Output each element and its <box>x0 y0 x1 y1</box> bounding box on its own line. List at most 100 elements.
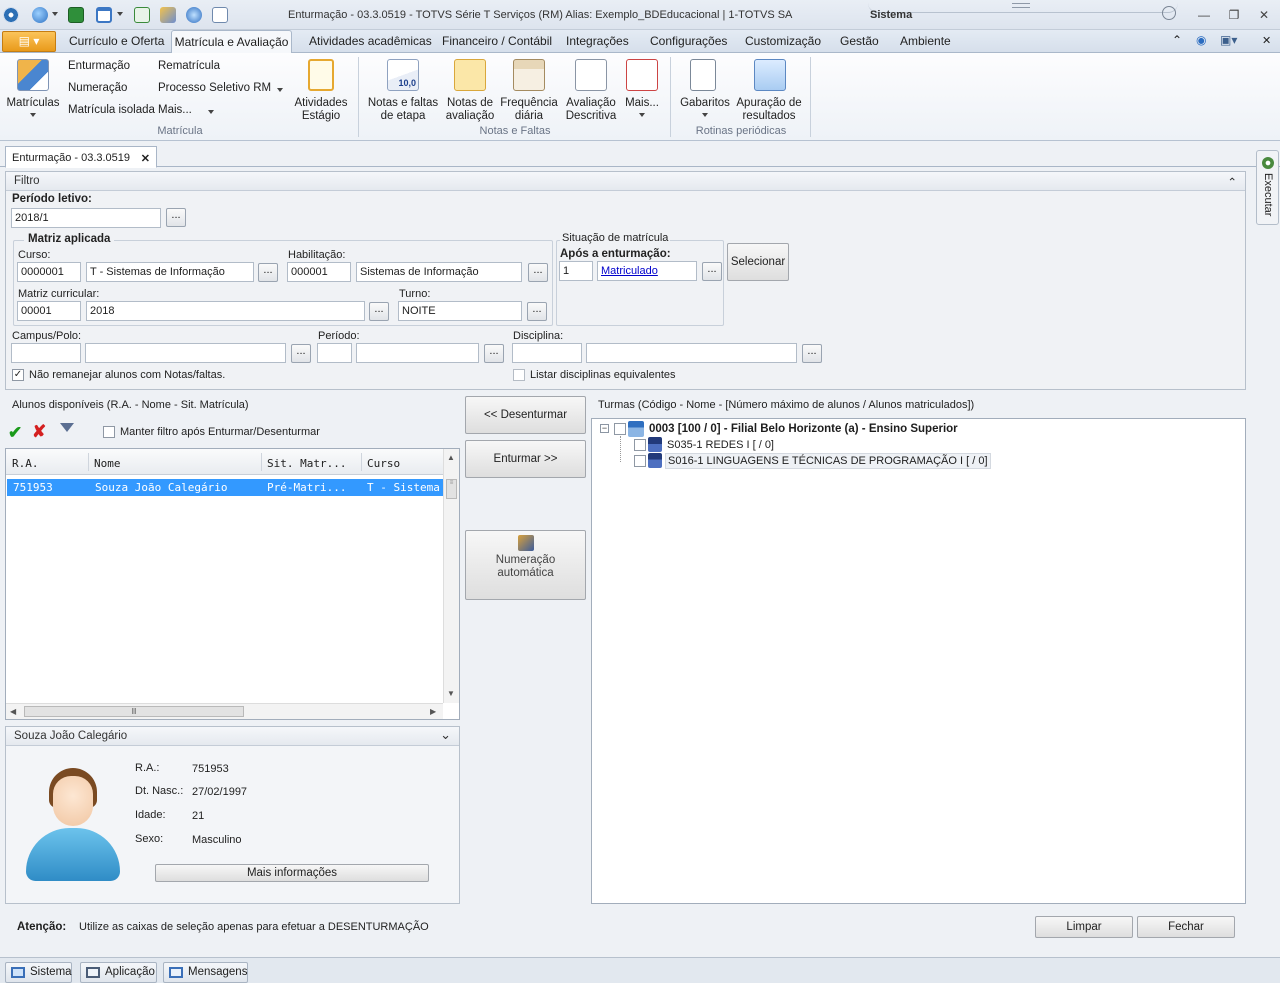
turma-child-label[interactable]: S035-1 REDES I [ / 0] <box>667 439 774 451</box>
grid-column-ra[interactable]: R.A. <box>12 457 39 470</box>
help-icon[interactable] <box>1162 6 1176 20</box>
habilitacao-name-input[interactable]: Sistemas de Informação <box>356 262 522 282</box>
turno-input[interactable]: NOITE <box>398 301 522 321</box>
minimize-button[interactable]: — <box>1196 7 1212 23</box>
disciplina-code-input[interactable] <box>512 343 582 363</box>
app-logo-icon[interactable] <box>3 7 19 23</box>
calculator-icon[interactable] <box>68 7 84 23</box>
curso-lookup-button[interactable]: ... <box>258 263 278 282</box>
tab-ambiente[interactable]: Ambiente <box>900 34 951 48</box>
gabaritos-button[interactable]: Gabaritos <box>676 57 734 123</box>
scroll-thumb-horizontal[interactable]: Ⅲ <box>24 706 244 717</box>
tab-curriculo-oferta[interactable]: Currículo e Oferta <box>69 34 164 48</box>
remove-x-icon[interactable]: ✘ <box>32 422 46 442</box>
tab-configuracoes[interactable]: Configurações <box>650 34 727 48</box>
help-globe-icon[interactable]: ◉ <box>1196 33 1206 47</box>
periodo-letivo-lookup-button[interactable]: ... <box>166 208 186 227</box>
globe-icon[interactable] <box>32 7 48 23</box>
campus-lookup-button[interactable]: ... <box>291 344 311 363</box>
grid-column-nome[interactable]: Nome <box>94 457 121 470</box>
numeracao-automatica-button[interactable]: Numeração automática <box>465 530 586 600</box>
collapse-up-icon[interactable]: ⌃ <box>1227 175 1237 189</box>
turma-root-label[interactable]: 0003 [100 / 0] - Filial Belo Horizonte (… <box>649 423 958 435</box>
frequencia-diaria-button[interactable]: Frequência diária <box>500 57 558 123</box>
atividades-estagio-button[interactable]: Atividades Estágio <box>292 57 350 123</box>
dropdown-arrow-icon[interactable] <box>277 88 283 95</box>
turma-child-checkbox[interactable] <box>634 439 646 451</box>
mais-informacoes-button[interactable]: Mais informações <box>155 864 429 882</box>
collapse-ribbon-icon[interactable]: ⌃ <box>1172 33 1182 47</box>
grid-column-sit-matr[interactable]: Sit. Matr... <box>267 457 346 470</box>
turma-child-checkbox[interactable] <box>634 455 646 467</box>
disciplina-name-input[interactable] <box>586 343 797 363</box>
disciplina-lookup-button[interactable]: ... <box>802 344 822 363</box>
play-window-icon[interactable] <box>134 7 150 23</box>
apos-enturmacao-status-link[interactable]: Matriculado <box>597 261 697 281</box>
scroll-down-arrow[interactable]: ▼ <box>447 689 455 698</box>
ribbon-processo-seletivo[interactable]: Processo Seletivo RM <box>158 82 271 94</box>
tab-customizacao[interactable]: Customização <box>745 34 821 48</box>
avaliacao-descritiva-button[interactable]: Avaliação Descritiva <box>560 57 622 123</box>
matriculas-button[interactable]: Matrículas <box>5 57 61 121</box>
dropdown-arrow-icon[interactable] <box>52 12 58 19</box>
tab-financeiro-contabil[interactable]: Financeiro / Contábil <box>442 34 552 48</box>
scroll-left-arrow[interactable]: ◀ <box>10 707 16 716</box>
table-row[interactable]: 751953 Souza João Calegário Pré-Matri...… <box>7 479 443 496</box>
habilitacao-code-input[interactable]: 000001 <box>287 262 351 282</box>
tree-expander[interactable]: − <box>600 424 609 433</box>
apos-enturmacao-lookup-button[interactable]: ... <box>702 262 722 281</box>
copy-icon[interactable] <box>212 7 228 23</box>
window-icon[interactable] <box>96 7 112 23</box>
matriz-name-input[interactable]: 2018 <box>86 301 365 321</box>
ribbon-numeracao[interactable]: Numeração <box>68 82 127 94</box>
ribbon-rematricula[interactable]: Rematrícula <box>158 60 220 72</box>
scroll-right-arrow[interactable]: ▶ <box>430 707 436 716</box>
restore-button[interactable]: ❐ <box>1226 7 1242 23</box>
scroll-up-arrow[interactable]: ▲ <box>447 453 455 462</box>
apos-enturmacao-code-input[interactable]: 1 <box>559 261 593 281</box>
tools-icon[interactable] <box>160 7 176 23</box>
ribbon-mais-matricula[interactable]: Mais... <box>158 104 192 116</box>
notas-avaliacao-button[interactable]: Notas de avaliação <box>442 57 498 123</box>
fechar-button[interactable]: Fechar <box>1137 916 1235 938</box>
document-tab[interactable]: Enturmação - 03.3.0519 ✕ <box>5 146 157 168</box>
ribbon-matricula-isolada[interactable]: Matrícula isolada <box>68 104 155 116</box>
horizontal-scrollbar[interactable]: ◀ Ⅲ ▶ <box>6 703 443 719</box>
notas-faltas-etapa-button[interactable]: 10,0 Notas e faltas de etapa <box>366 57 440 123</box>
confirm-check-icon[interactable]: ✔ <box>8 423 22 443</box>
web-icon[interactable] <box>186 7 202 23</box>
curso-code-input[interactable]: 0000001 <box>17 262 81 282</box>
matriz-lookup-button[interactable]: ... <box>369 302 389 321</box>
app-menu-button[interactable]: ▤ ▾ <box>2 31 56 52</box>
campus-name-input[interactable] <box>85 343 286 363</box>
dropdown-arrow-icon[interactable] <box>208 110 214 117</box>
listar-equivalentes-checkbox[interactable] <box>513 369 525 381</box>
enturmar-button[interactable]: Enturmar >> <box>465 440 586 478</box>
periodo-code-input[interactable] <box>317 343 352 363</box>
curso-name-input[interactable]: T - Sistemas de Informação <box>86 262 254 282</box>
periodo-lookup-button[interactable]: ... <box>484 344 504 363</box>
turma-child-label[interactable]: S016-1 LINGUAGENS E TÉCNICAS DE PROGRAMA… <box>665 453 991 469</box>
tab-gestao[interactable]: Gestão <box>840 34 879 48</box>
layout-icon[interactable]: ▣▾ <box>1220 33 1237 47</box>
apuracao-resultados-button[interactable]: Apuração de resultados <box>734 57 804 123</box>
periodo-name-input[interactable] <box>356 343 479 363</box>
matriz-code-input[interactable]: 00001 <box>17 301 81 321</box>
grid-column-curso[interactable]: Curso <box>367 457 400 470</box>
turma-root-checkbox[interactable] <box>614 423 626 435</box>
desenturmar-button[interactable]: << Desenturmar <box>465 396 586 434</box>
manter-filtro-checkbox[interactable] <box>103 426 115 438</box>
status-mensagens-button[interactable]: Mensagens <box>163 962 248 983</box>
filtro-header[interactable]: Filtro ⌃ <box>6 172 1245 191</box>
limpar-button[interactable]: Limpar <box>1035 916 1133 938</box>
periodo-letivo-input[interactable]: 2018/1 <box>11 208 161 228</box>
campus-code-input[interactable] <box>11 343 81 363</box>
tab-matricula-avaliacao[interactable]: Matrícula e Avaliação <box>171 30 292 54</box>
aluno-detail-header[interactable]: Souza João Calegário ⌄ <box>6 727 459 746</box>
close-button[interactable]: ✕ <box>1256 7 1272 23</box>
tab-integracoes[interactable]: Integrações <box>566 34 629 48</box>
close-tab-icon[interactable]: ✕ <box>141 152 150 165</box>
chevron-down-icon[interactable]: ⌄ <box>440 727 451 743</box>
ribbon-enturmacao[interactable]: Enturmação <box>68 60 130 72</box>
selecionar-button[interactable]: Selecionar <box>727 243 789 281</box>
